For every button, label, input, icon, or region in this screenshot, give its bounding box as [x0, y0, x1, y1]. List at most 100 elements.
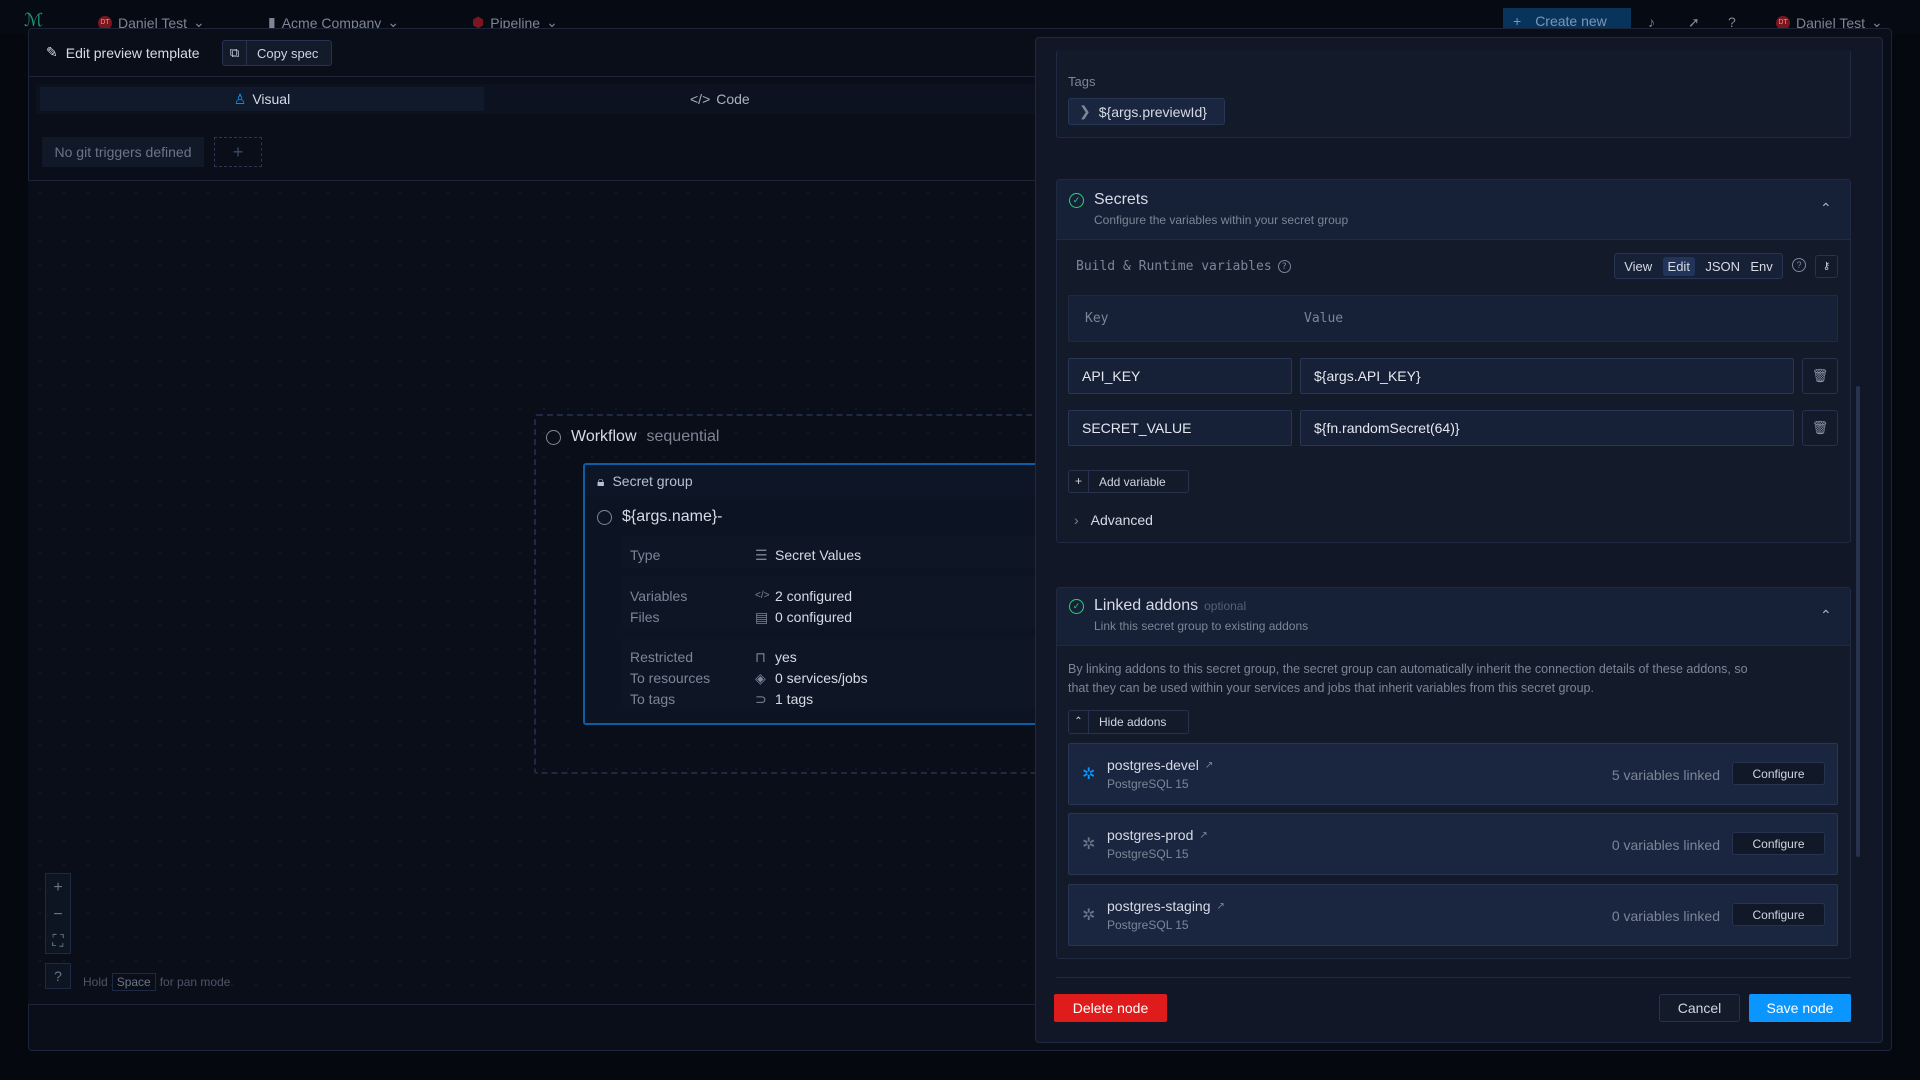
tag-icon: ❯ — [1079, 103, 1091, 119]
addon-type: PostgreSQL 15 — [1107, 918, 1189, 932]
trash-icon[interactable]: 🗑︎ — [1802, 358, 1838, 394]
delete-node-button[interactable]: Delete node — [1054, 994, 1167, 1022]
row-label: Variables — [630, 587, 688, 604]
configure-button[interactable]: Configure — [1732, 762, 1825, 785]
lock-icon: 🔒︎ — [597, 472, 605, 489]
hide-addons-label: Hide addons — [1099, 715, 1167, 729]
addon-name[interactable]: postgres-prod ↗ — [1107, 827, 1208, 843]
addon-type: PostgreSQL 15 — [1107, 777, 1189, 791]
tab-code-label: Code — [716, 91, 750, 107]
addon-type: PostgreSQL 15 — [1107, 847, 1189, 861]
edit-icon: ✎ — [46, 44, 58, 60]
save-node-button[interactable]: Save node — [1749, 994, 1851, 1022]
addon-name-text: postgres-prod — [1107, 827, 1194, 843]
modal-title: ✎ Edit preview template — [46, 44, 200, 61]
divider — [28, 76, 1035, 77]
row-value: 0 configured — [775, 608, 853, 625]
var-value-input[interactable]: ${args.API_KEY} — [1300, 358, 1794, 394]
add-variable-label: Add variable — [1099, 474, 1166, 489]
advanced-label: Advanced — [1090, 512, 1153, 528]
collapse-chevron-icon[interactable]: ⌃ — [1820, 200, 1832, 217]
file-icon: ▤ — [755, 608, 769, 625]
chevron-up-icon: ⌃ — [1069, 711, 1089, 733]
configure-button[interactable]: Configure — [1732, 903, 1825, 926]
var-key-input[interactable]: API_KEY — [1068, 358, 1292, 394]
workflow-header: Workflow sequential — [546, 428, 719, 446]
vars-label: Build & Runtime variables? — [1076, 259, 1291, 274]
copy-icon: ⧉ — [223, 41, 247, 65]
addons-title: Linked addons — [1094, 597, 1199, 614]
pan-hint: Hold Space for pan mode — [83, 973, 230, 991]
copy-spec-button[interactable]: ⧉ Copy spec — [222, 40, 332, 66]
mode-view[interactable]: View — [1624, 259, 1652, 274]
puzzle-icon: ✲ — [1082, 836, 1096, 853]
addon-name[interactable]: postgres-devel ↗ — [1107, 757, 1213, 773]
hint-text: for pan mode — [159, 975, 231, 989]
add-variable-button[interactable]: + Add variable — [1068, 470, 1189, 493]
panel-scrollbar[interactable] — [1856, 386, 1860, 857]
node-kind-header: 🔒︎ Secret group — [585, 465, 1035, 497]
code-icon: </> — [690, 91, 711, 107]
vars-label-text: Build & Runtime variables — [1076, 259, 1272, 274]
node-properties: Type ☰ Secret Values Variables </> 2 configu… — [630, 545, 868, 710]
sliders-icon: ☰ — [755, 547, 768, 563]
collapse-chevron-icon[interactable]: ⌃ — [1820, 607, 1832, 624]
description-line: By linking addons to this secret group, … — [1068, 662, 1748, 676]
col-value: Value — [1304, 311, 1344, 326]
mode-env[interactable]: Env — [1750, 259, 1772, 274]
row-value: 2 configured — [775, 587, 853, 604]
node-row-restricted: Restricted ⊓ yes — [630, 647, 868, 668]
configure-button[interactable]: Configure — [1732, 832, 1825, 855]
view-mode-toggle: View Edit JSON Env — [1614, 253, 1783, 279]
hide-addons-button[interactable]: ⌃ Hide addons — [1068, 710, 1189, 734]
external-link-icon[interactable]: ↗ — [1205, 760, 1213, 771]
cancel-button[interactable]: Cancel — [1659, 994, 1740, 1022]
chevron-right-icon: › — [1074, 512, 1079, 528]
node-row-tags: To tags ⊃ 1 tags — [630, 689, 868, 710]
tab-visual[interactable]: ♙ Visual — [40, 87, 484, 111]
external-link-icon[interactable]: ↗ — [1199, 830, 1207, 841]
help-icon[interactable]: ? — [1792, 258, 1806, 272]
git-triggers-empty: No git triggers defined — [42, 137, 204, 167]
description-line: that they can be used within your servic… — [1068, 680, 1594, 695]
mode-json[interactable]: JSON — [1705, 259, 1740, 274]
var-key-input[interactable]: SECRET_VALUE — [1068, 410, 1292, 446]
canvas-help-button[interactable]: ? — [45, 963, 71, 989]
row-value: Secret Values — [775, 547, 862, 563]
secrets-title: Secrets — [1094, 191, 1149, 208]
row-label: Restricted — [630, 649, 694, 666]
divider — [28, 1004, 1035, 1005]
mode-edit[interactable]: Edit — [1662, 256, 1695, 276]
addon-row — [1068, 743, 1838, 805]
zoom-in-button[interactable]: + — [46, 874, 70, 901]
addons-subtitle: Link this secret group to existing addon… — [1094, 619, 1309, 633]
hint-key: Space — [111, 973, 156, 991]
key-icon[interactable]: ⚷ — [1815, 255, 1838, 278]
external-link-icon[interactable]: ↗ — [1217, 901, 1225, 912]
tag-chip[interactable]: ❯ ${args.previewId} — [1068, 98, 1225, 125]
tab-code[interactable]: </> Code — [690, 87, 750, 111]
addon-row — [1068, 813, 1838, 875]
row-value: 0 services/jobs — [775, 670, 868, 687]
modal-title-text: Edit preview template — [65, 44, 200, 61]
row-label: Files — [630, 608, 660, 625]
tags-label: Tags — [1068, 74, 1096, 89]
node-name: ${args.name}- — [597, 508, 723, 526]
var-value-input[interactable]: ${fn.randomSecret(64)} — [1300, 410, 1794, 446]
trash-icon[interactable]: 🗑︎ — [1802, 410, 1838, 446]
diagram-icon: ♙ — [233, 90, 247, 107]
fit-view-button[interactable]: ⛶ — [46, 928, 70, 955]
secrets-header[interactable] — [1057, 180, 1850, 240]
add-trigger-button[interactable]: + — [214, 137, 262, 167]
zoom-out-button[interactable]: − — [46, 901, 70, 928]
help-icon[interactable]: ? — [1277, 260, 1291, 273]
row-label: Type — [630, 547, 661, 563]
addon-name[interactable]: postgres-staging ↗ — [1107, 898, 1225, 914]
advanced-toggle[interactable]: › Advanced — [1074, 512, 1153, 528]
puzzle-icon: ✲ — [1082, 907, 1096, 924]
node-row-variables: Variables </> 2 configured — [630, 586, 868, 607]
create-new-label: Create new — [1535, 13, 1607, 29]
node-name-text: ${args.name}- — [622, 508, 723, 525]
linked-addons-title: Linked addons optional — [1094, 597, 1246, 615]
puzzle-icon: ✲ — [1082, 766, 1096, 783]
